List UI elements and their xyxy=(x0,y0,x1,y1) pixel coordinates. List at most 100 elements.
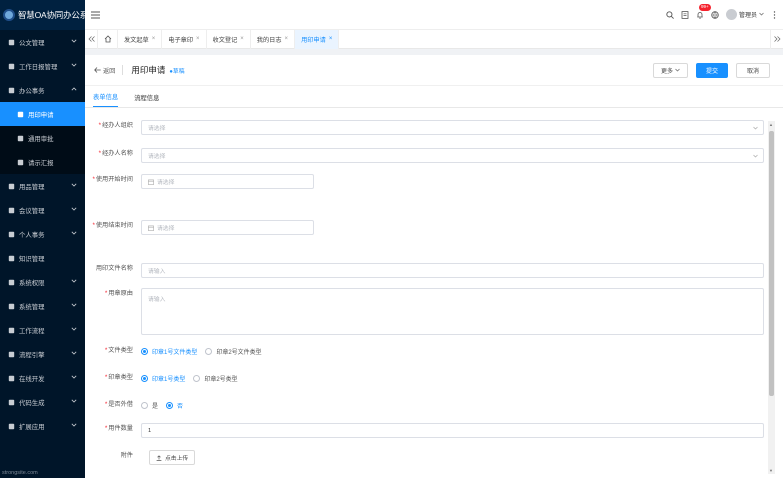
sidebar-item[interactable]: 用印申请 xyxy=(0,102,85,126)
label-start-time: *使用开始时间 xyxy=(92,176,133,183)
sidebar-item-label: 流程引擎 xyxy=(19,351,45,359)
chevron-down-icon xyxy=(759,12,764,18)
radio-seal-type-1[interactable]: 印章1号类型 xyxy=(141,374,185,383)
sidebar-item[interactable]: 扩展应用 xyxy=(0,414,85,438)
sidebar-item-label: 用印申请 xyxy=(28,111,54,119)
row-reason: *用章原由 xyxy=(85,288,137,297)
page-title: 用印申请 xyxy=(131,65,166,75)
user-menu[interactable]: 管理员 xyxy=(725,9,764,20)
more-vertical-icon[interactable] xyxy=(770,10,779,19)
search-icon[interactable] xyxy=(666,10,675,19)
globe-icon[interactable] xyxy=(711,10,720,19)
menu-toggle-icon[interactable] xyxy=(91,10,101,20)
org-select[interactable]: 请选择 xyxy=(141,120,764,135)
sidebar-item[interactable]: 工作日报管理 xyxy=(0,54,85,78)
chevron-down-icon xyxy=(71,350,79,358)
close-icon[interactable]: × xyxy=(152,36,156,42)
scroll-up-icon[interactable]: ▲ xyxy=(769,122,773,127)
report-icon xyxy=(7,62,15,70)
back-button[interactable]: 返回 xyxy=(94,65,124,75)
tab-label: 收文登记 xyxy=(212,36,238,44)
chevron-down-icon xyxy=(71,302,79,310)
sidebar-item[interactable]: 在线开发 xyxy=(0,366,85,390)
home-icon xyxy=(104,35,111,43)
tab-item[interactable]: 电子章印 × xyxy=(162,29,207,49)
brand[interactable]: 智慧OA协同办公系统 xyxy=(0,0,96,30)
tab-form-info[interactable]: 表单信息 xyxy=(93,92,119,107)
sidebar-item[interactable]: 系统管理 xyxy=(0,294,85,318)
radio-file-type-2[interactable]: 印章2号文件类型 xyxy=(205,347,262,356)
chevron-up-icon xyxy=(71,86,79,94)
chevron-down-icon xyxy=(71,374,79,382)
sidebar-item[interactable]: 办公事务 xyxy=(0,78,85,102)
radio-external-yes[interactable]: 是 xyxy=(141,401,158,410)
logo-icon xyxy=(3,9,15,21)
user-name: 管理员 xyxy=(738,13,757,19)
file-name-input[interactable]: 请输入 xyxy=(141,263,764,278)
tab-item[interactable]: 收文登记 × xyxy=(207,29,251,49)
tab-home[interactable] xyxy=(98,29,118,49)
tab-item[interactable]: 发文起草 × xyxy=(118,29,163,49)
sidebar-item[interactable]: 知识管理 xyxy=(0,246,85,270)
upload-button[interactable]: 点击上传 xyxy=(149,450,196,465)
close-icon[interactable]: × xyxy=(285,36,289,42)
radio-file-type-1[interactable]: 印章1号文件类型 xyxy=(141,347,197,356)
close-icon[interactable]: × xyxy=(240,36,244,42)
sidebar-item[interactable]: 用品管理 xyxy=(0,174,85,198)
status-text: ●草稿 xyxy=(169,68,185,75)
end-time-placeholder: 请选择 xyxy=(157,226,175,232)
sidebar-item-label: 办公事务 xyxy=(19,87,45,95)
request-icon xyxy=(16,158,24,166)
cancel-button[interactable]: 取消 xyxy=(735,62,770,78)
radio-seal-type-2[interactable]: 印章2号类型 xyxy=(193,374,238,383)
sidebar-item[interactable]: 系统权限 xyxy=(0,270,85,294)
file-type-radio-group: 印章1号文件类型 印章2号文件类型 xyxy=(141,347,262,356)
sidebar-item[interactable]: 个人事务 xyxy=(0,222,85,246)
count-input[interactable]: 1 xyxy=(141,423,764,438)
shield-icon xyxy=(7,278,15,286)
radio-button xyxy=(205,348,213,355)
tab-item[interactable]: 我的日志 × xyxy=(251,29,296,49)
scroll-down-icon[interactable]: ▼ xyxy=(769,468,773,473)
end-time-picker[interactable]: 请选择 xyxy=(141,220,314,235)
sidebar-item[interactable]: 通用审批 xyxy=(0,126,85,150)
row-end-time: *使用结束时间 xyxy=(85,220,137,229)
sidebar-item[interactable]: 公文管理 xyxy=(0,30,85,54)
sidebar-item[interactable]: 代码生成 xyxy=(0,390,85,414)
meeting-icon xyxy=(7,206,15,214)
document-icon[interactable] xyxy=(681,10,690,19)
reason-textarea[interactable]: 请输入 xyxy=(141,288,764,335)
scrollbar-thumb[interactable] xyxy=(769,131,774,396)
radio-external-no[interactable]: 否 xyxy=(166,401,183,410)
scrollbar[interactable]: ▲ ▼ xyxy=(768,121,775,474)
tab-item[interactable]: 用印申请 × xyxy=(295,29,340,49)
close-icon[interactable]: × xyxy=(196,36,200,42)
row-file-type: *文件类型 xyxy=(85,345,137,354)
back-label: 返回 xyxy=(103,67,116,75)
avatar xyxy=(725,9,737,20)
sidebar-item[interactable]: 请示汇报 xyxy=(0,150,85,174)
main-content: 返回 用印申请 ●草稿 更多 提交 取消 表单信息 流程信息 *经办人组织 请选… xyxy=(85,55,783,478)
code-icon xyxy=(7,398,15,406)
bell-icon[interactable]: 99+ xyxy=(696,4,711,19)
sidebar-item-label: 用品管理 xyxy=(19,183,45,191)
page-actions: 更多 提交 取消 xyxy=(652,62,783,78)
tabs-scroll-right-icon[interactable] xyxy=(770,29,783,49)
sidebar-item[interactable]: 工作流程 xyxy=(0,318,85,342)
label-file-type: *文件类型 xyxy=(104,347,133,354)
tabs-scroll-left-icon[interactable] xyxy=(85,29,98,49)
row-start-time: *使用开始时间 xyxy=(85,174,137,183)
submit-button[interactable]: 提交 xyxy=(695,62,728,78)
more-button[interactable]: 更多 xyxy=(652,62,688,78)
name-select[interactable]: 请选择 xyxy=(141,148,764,163)
close-icon[interactable]: × xyxy=(329,36,333,42)
sidebar-item-label: 扩展应用 xyxy=(19,423,45,431)
tab-label: 发文起草 xyxy=(124,36,149,44)
supplies-icon xyxy=(7,182,15,190)
label-attachment: 附件 xyxy=(120,452,133,459)
start-time-picker[interactable]: 请选择 xyxy=(141,174,314,189)
sidebar-item[interactable]: 会议管理 xyxy=(0,198,85,222)
sidebar-item[interactable]: 流程引擎 xyxy=(0,342,85,366)
sidebar-item-label: 通用审批 xyxy=(28,135,54,143)
tab-process-info[interactable]: 流程信息 xyxy=(134,93,159,107)
